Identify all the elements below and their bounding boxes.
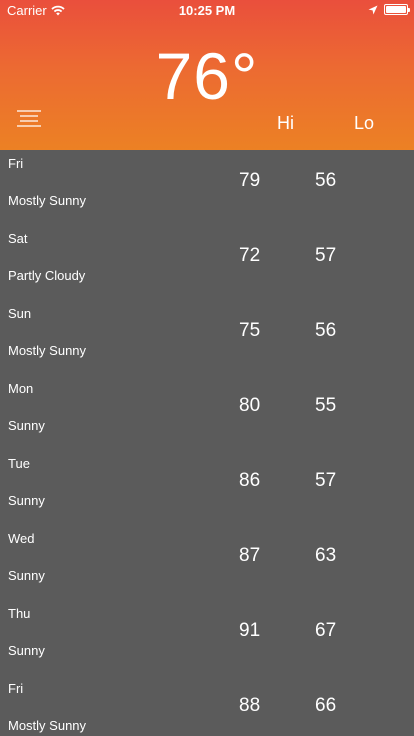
- forecast-lo: 57: [315, 470, 337, 491]
- forecast-list[interactable]: Fri Mostly Sunny 79 56 Sat Partly Cloudy…: [0, 150, 414, 736]
- forecast-condition: Mostly Sunny: [8, 343, 87, 358]
- forecast-row[interactable]: Fri Mostly Sunny 88 66: [0, 675, 414, 736]
- forecast-condition: Sunny: [8, 418, 45, 433]
- forecast-lo: 57: [315, 245, 337, 266]
- forecast-condition: Sunny: [8, 493, 45, 508]
- forecast-hi: 80: [239, 395, 261, 416]
- forecast-lo: 56: [315, 320, 337, 341]
- forecast-hi: 79: [239, 170, 261, 191]
- forecast-day: Mon: [8, 381, 34, 396]
- forecast-condition: Mostly Sunny: [8, 193, 87, 208]
- lo-column-header: Lo: [354, 113, 375, 133]
- status-bar: Carrier 10:25 PM: [0, 0, 414, 22]
- forecast-day: Tue: [8, 456, 30, 471]
- forecast-lo: 55: [315, 395, 337, 416]
- hi-column-header: Hi: [277, 113, 294, 133]
- forecast-row[interactable]: Thu Sunny 91 67: [0, 600, 414, 675]
- forecast-row[interactable]: Mon Sunny 80 55: [0, 375, 414, 450]
- forecast-lo: 67: [315, 620, 337, 641]
- forecast-day: Thu: [8, 606, 31, 621]
- weather-screen: Carrier 10:25 PM 76° Hi Lo Fri Mostly Su…: [0, 0, 414, 736]
- forecast-hi: 72: [239, 245, 261, 266]
- forecast-lo: 56: [315, 170, 337, 191]
- status-right-group: [368, 4, 410, 15]
- forecast-row[interactable]: Sun Mostly Sunny 75 56: [0, 300, 414, 375]
- forecast-condition: Sunny: [8, 568, 45, 583]
- forecast-hi: 91: [239, 620, 261, 641]
- menu-button[interactable]: [14, 107, 44, 131]
- forecast-row[interactable]: Fri Mostly Sunny 79 56: [0, 150, 414, 225]
- forecast-lo: 63: [315, 545, 337, 566]
- forecast-hi: 75: [239, 320, 261, 341]
- forecast-hi: 88: [239, 695, 261, 716]
- forecast-day: Fri: [8, 156, 24, 171]
- battery-icon: [384, 4, 410, 15]
- current-temperature: 76°: [155, 39, 259, 113]
- status-time: 10:25 PM: [178, 3, 236, 18]
- header: Carrier 10:25 PM 76° Hi Lo: [0, 0, 414, 150]
- forecast-condition: Mostly Sunny: [8, 718, 87, 733]
- forecast-row[interactable]: Sat Partly Cloudy 72 57: [0, 225, 414, 300]
- forecast-hi: 86: [239, 470, 261, 491]
- forecast-lo: 66: [315, 695, 337, 716]
- forecast-day: Fri: [8, 681, 24, 696]
- forecast-condition: Partly Cloudy: [8, 268, 86, 283]
- forecast-day: Wed: [8, 531, 35, 546]
- hamburger-menu-icon: [17, 110, 41, 127]
- location-arrow-icon: [368, 5, 378, 14]
- forecast-row[interactable]: Wed Sunny 87 63: [0, 525, 414, 600]
- forecast-hi: 87: [239, 545, 261, 566]
- forecast-condition: Sunny: [8, 643, 45, 658]
- forecast-row[interactable]: Tue Sunny 86 57: [0, 450, 414, 525]
- forecast-day: Sat: [8, 231, 28, 246]
- forecast-day: Sun: [8, 306, 32, 321]
